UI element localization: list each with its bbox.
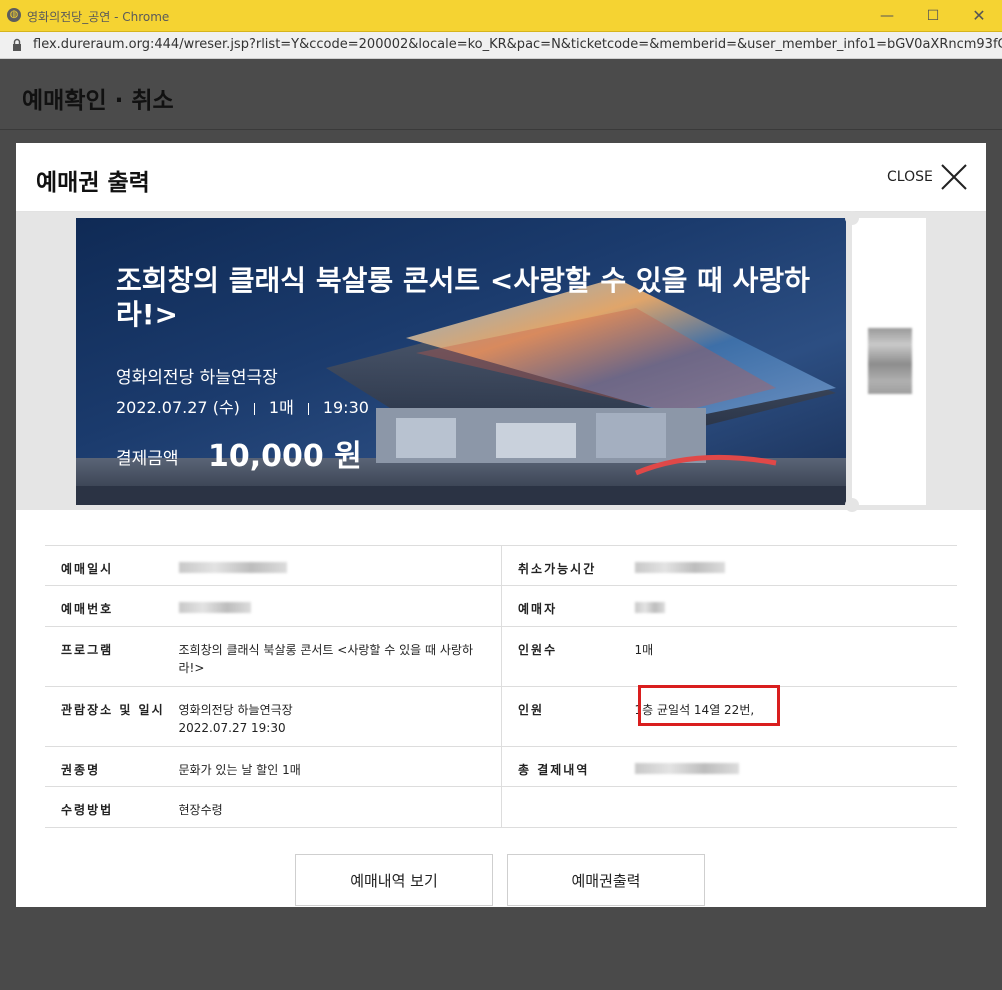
maximize-button[interactable]: ☐ [910,0,956,32]
ticket-stub [852,218,926,505]
venue-name: 영화의전당 하늘연극장 [116,368,278,388]
seat-highlight-box [638,685,780,726]
cancel-deadline-label: 취소가능시간 [501,545,635,586]
print-ticket-button[interactable]: 예매권출력 [507,854,705,906]
close-label[interactable]: CLOSE [887,169,933,185]
program-label: 프로그램 [45,626,179,687]
blurred-value [634,602,665,613]
blurred-barcode [868,328,912,394]
blurred-value [178,562,287,573]
ticket-notch [845,211,859,225]
venue-value: 영화의전당 하늘연극장 [178,703,293,717]
booking-number-label: 예매번호 [45,585,179,627]
show-title: 조희창의 클래식 북살롱 콘서트 <사랑할 수 있을 때 사랑하라!> [116,264,810,331]
ticket-count: 1매 [268,398,294,417]
lock-icon [13,38,21,51]
globe-icon: ◍ [7,8,21,22]
headcount-value: 1매 [634,626,957,687]
reservation-info-table: 예매일시 취소가능시간 예매번호 예매자 프로그램 조희창의 클래식 북살롱 콘… [45,545,957,828]
minimize-button[interactable]: — [864,0,910,32]
ticket-print-modal: 예매권 출력 CLOSE 조희창의 클래식 북살롱 콘서트 <사랑할 수 있을 … [16,143,986,907]
blurred-value [178,602,251,613]
total-payment-label: 총 결제내역 [501,746,635,787]
booker-value [634,585,957,627]
close-icon[interactable] [940,163,968,191]
divider [307,402,309,415]
ticket-type-value: 문화가 있는 날 할인 1매 [178,746,502,787]
table-row: 수령방법 현장수령 [45,786,957,828]
close-window-button[interactable]: ✕ [956,0,1002,32]
table-row: 예매일시 취소가능시간 [45,545,957,586]
browser-title-bar: ◍ 영화의전당_공연 - Chrome — ☐ ✕ [0,0,1002,32]
view-history-button[interactable]: 예매내역 보기 [295,854,493,906]
venue-datetime-value: 영화의전당 하늘연극장 2022.07.27 19:30 [178,686,502,747]
window-title: 영화의전당_공연 - Chrome [27,10,170,24]
modal-title: 예매권 출력 [36,170,150,196]
table-row: 권종명 문화가 있는 날 할인 1매 총 결제내역 [45,746,957,787]
venue-building-image [76,278,846,505]
headcount-label: 인원수 [501,626,635,687]
seat-label: 인원 [501,686,635,747]
blurred-value [634,562,725,573]
ticket-type-label: 권종명 [45,746,179,787]
total-payment-value [634,746,957,787]
booking-number-value [178,585,502,627]
table-row: 예매번호 예매자 [45,585,957,627]
ticket-notch [845,498,859,512]
pickup-method-label: 수령방법 [45,786,179,828]
page-title: 예매확인 · 취소 [22,88,174,114]
show-time: 19:30 [322,398,369,417]
page-header: 예매확인 · 취소 [0,59,1002,130]
address-bar[interactable]: flex.dureraum.org:444/wreser.jsp?rlist=Y… [0,32,1002,59]
pickup-method-value: 현장수령 [178,786,502,828]
url-text[interactable]: flex.dureraum.org:444/wreser.jsp?rlist=Y… [33,37,1002,52]
ticket-banner: 조희창의 클래식 북살롱 콘서트 <사랑할 수 있을 때 사랑하라!> 영화의전… [76,218,846,505]
table-row: 프로그램 조희창의 클래식 북살롱 콘서트 <사랑할 수 있을 때 사랑하라!>… [45,626,957,687]
modal-header: 예매권 출력 CLOSE [16,143,986,212]
blurred-value [634,763,739,774]
show-datetime: 2022.07.27 (수) 1매 19:30 [116,394,369,418]
empty-cell [501,786,635,828]
payment-amount: 10,000 원 [208,439,362,474]
booker-label: 예매자 [501,585,635,627]
datetime-value: 2022.07.27 19:30 [178,721,286,735]
cancel-deadline-value [634,545,957,586]
program-value: 조희창의 클래식 북살롱 콘서트 <사랑할 수 있을 때 사랑하라!> [178,626,502,687]
divider [253,402,255,415]
show-date: 2022.07.27 (수) [116,398,240,417]
venue-datetime-label: 관람장소 및 일시 [45,686,179,747]
booking-date-label: 예매일시 [45,545,179,586]
payment-label: 결제금액 [116,449,179,469]
booking-date-value [178,545,502,586]
ticket-banner-area: 조희창의 클래식 북살롱 콘서트 <사랑할 수 있을 때 사랑하라!> 영화의전… [16,211,986,512]
table-row: 관람장소 및 일시 영화의전당 하늘연극장 2022.07.27 19:30 인… [45,686,957,747]
empty-cell [634,786,957,828]
